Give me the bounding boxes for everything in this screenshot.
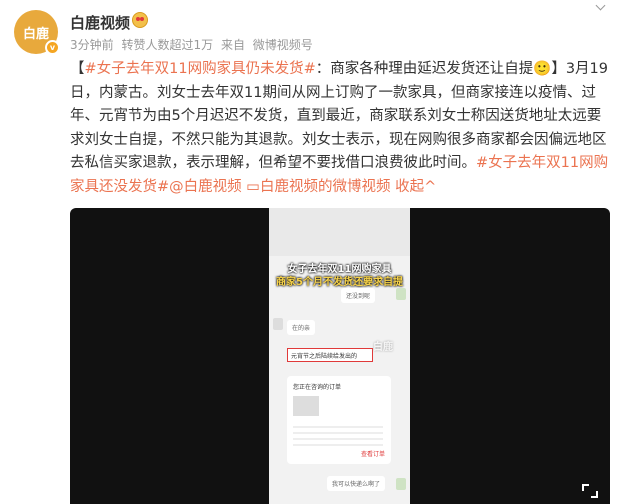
smile-emoji-icon: 🙂 xyxy=(533,61,552,77)
headline: ：商家各种理由延迟发货还让自提 xyxy=(315,61,534,77)
order-thumbnail xyxy=(293,396,319,416)
author-emoji-icon xyxy=(132,12,148,28)
chat-avatar-right xyxy=(396,288,406,300)
author-name[interactable]: 白鹿视频 xyxy=(70,12,130,33)
chat-bubble-right-2: 我可以快递么啊了 xyxy=(327,476,386,491)
chat-bubble-left-1: 在的亲 xyxy=(287,320,316,335)
order-card-button: 查看订单 xyxy=(360,451,385,458)
order-card-title: 您正在咨询的订单 xyxy=(293,384,342,391)
fullscreen-icon[interactable] xyxy=(582,484,598,498)
video-watermark: 白鹿 xyxy=(373,342,393,353)
post-text: 【#女子去年双11网购家具仍未发货#：商家各种理由延迟发货还让自提🙂】3月19日… xyxy=(70,58,610,199)
chevron-up-icon[interactable]: ^ xyxy=(424,179,436,195)
mention-link[interactable]: @白鹿视频 xyxy=(169,179,242,195)
post-source[interactable]: 微博视频号 xyxy=(253,38,313,52)
video-frame: 女子去年双11网购家具 商家5个月不发货还要求自提 还没到呢 在的亲 元宵节之后… xyxy=(269,208,410,504)
chat-bubble-right-1: 还没到呢 xyxy=(341,288,376,303)
post-time[interactable]: 3分钟前 xyxy=(70,38,114,52)
close-bracket: 】 xyxy=(551,61,566,77)
chevron-down-icon[interactable] xyxy=(595,2,607,12)
repost-count: 转赞人数超过1万 xyxy=(121,38,214,52)
post-meta: 3分钟前 转赞人数超过1万 来自 微博视频号 xyxy=(70,36,317,53)
open-bracket: 【 xyxy=(70,61,85,77)
video-link[interactable]: 白鹿视频的微博视频 xyxy=(260,179,391,195)
verified-badge-icon: v xyxy=(45,40,60,55)
avatar-text: 白鹿 xyxy=(22,26,49,42)
from-label: 来自 xyxy=(220,38,245,52)
video-player[interactable]: 女子去年双11网购家具 商家5个月不发货还要求自提 还没到呢 在的亲 元宵节之后… xyxy=(70,208,610,504)
highlighted-chat-message: 元宵节之后陆续给发出的 xyxy=(287,348,373,362)
collapse-link[interactable]: 收起 xyxy=(395,179,424,195)
chat-avatar-left xyxy=(273,318,283,330)
video-link-icon: ▭ xyxy=(246,178,260,195)
chat-avatar-right-2 xyxy=(396,478,406,490)
chat-header xyxy=(269,208,410,256)
order-card: 您正在咨询的订单 查看订单 xyxy=(287,376,391,464)
topic-link-1[interactable]: #女子去年双11网购家具仍未发货# xyxy=(85,61,316,77)
order-details xyxy=(293,422,383,446)
video-caption-line2: 商家5个月不发货还要求自提 xyxy=(276,277,403,288)
